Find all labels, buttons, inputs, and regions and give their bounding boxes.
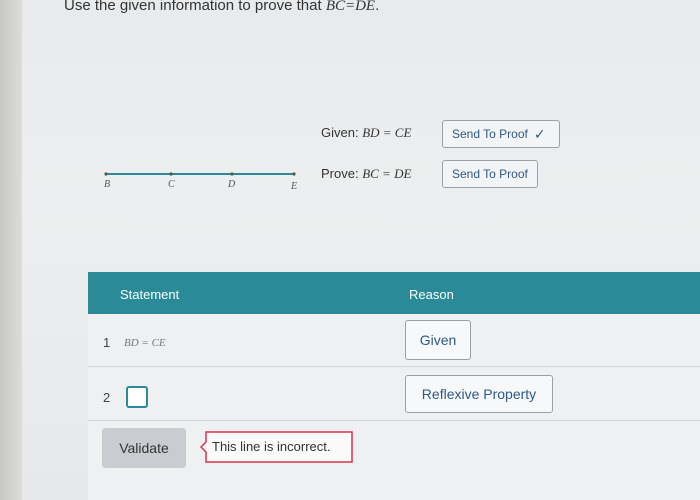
given-math: BD = CE bbox=[362, 125, 412, 140]
send-given-to-proof-button[interactable]: Send To Proof ✓ bbox=[442, 120, 560, 148]
validate-label: Validate bbox=[119, 440, 169, 456]
row-1-number: 1 bbox=[103, 335, 111, 350]
point-e-dot bbox=[292, 172, 296, 176]
row-divider bbox=[88, 366, 700, 367]
error-message: This line is incorrect. bbox=[200, 431, 354, 463]
point-d-dot bbox=[230, 172, 234, 176]
validate-button[interactable]: Validate bbox=[102, 428, 186, 468]
row-1-statement: BD = CE bbox=[124, 337, 166, 349]
row-2-reason-label: Reflexive Property bbox=[421, 386, 537, 402]
prove-math: BC = DE bbox=[362, 166, 412, 181]
given-statement: Given: BD = CE bbox=[321, 125, 411, 141]
instruction-suffix: . bbox=[375, 0, 380, 14]
proof-table-header: Statement Reason bbox=[88, 272, 700, 314]
point-e-label: E bbox=[290, 181, 297, 192]
instruction-prefix: Use the given information to prove that bbox=[64, 0, 326, 14]
instruction-text: Use the given information to prove that … bbox=[64, 0, 379, 15]
row-2-statement-input[interactable] bbox=[126, 386, 148, 408]
given-label: Given: bbox=[321, 125, 363, 140]
point-b-dot bbox=[104, 172, 108, 176]
left-edge bbox=[0, 0, 22, 500]
row-2-number: 2 bbox=[103, 390, 111, 405]
prove-label: Prove: bbox=[321, 166, 363, 181]
point-b-label: B bbox=[104, 179, 110, 190]
point-c-label: C bbox=[168, 179, 175, 190]
send-prove-to-proof-button[interactable]: Send To Proof bbox=[442, 160, 538, 188]
instruction-math: BC=DE bbox=[325, 0, 376, 14]
proof-table-body bbox=[88, 314, 700, 500]
row-1-reason-button[interactable]: Given bbox=[405, 320, 471, 360]
send-given-label: Send To Proof bbox=[452, 127, 528, 141]
reason-column-header: Reason bbox=[409, 287, 454, 302]
send-prove-label: Send To Proof bbox=[452, 167, 528, 181]
row-2-reason-button[interactable]: Reflexive Property bbox=[405, 375, 553, 413]
line-segment-diagram: B C D E bbox=[104, 172, 297, 192]
checkmark-icon: ✓ bbox=[533, 125, 546, 142]
row-divider bbox=[88, 420, 700, 421]
point-d-label: D bbox=[227, 179, 236, 190]
row-1-reason-label: Given bbox=[419, 332, 457, 348]
error-text: This line is incorrect. bbox=[212, 439, 331, 454]
statement-column-header: Statement bbox=[120, 287, 180, 302]
point-c-dot bbox=[169, 172, 173, 176]
prove-statement: Prove: BC = DE bbox=[321, 166, 411, 182]
